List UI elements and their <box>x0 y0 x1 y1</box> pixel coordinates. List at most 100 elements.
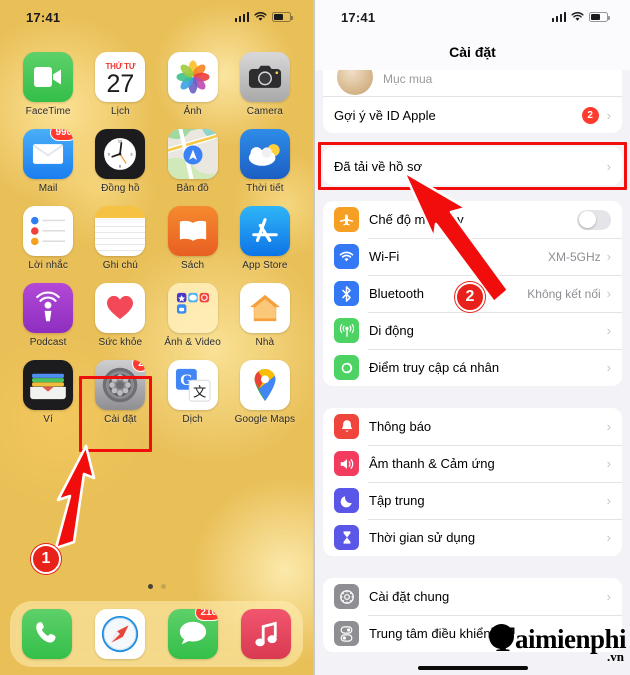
wifi-icon <box>571 12 584 21</box>
row-label: Thời gian sử dụng <box>369 530 476 545</box>
app-grid: FaceTime THỨ TƯ 27 Lịch Ảnh Camera 990 M… <box>0 34 313 425</box>
app-facetime[interactable]: FaceTime <box>12 52 84 117</box>
dual-phone-screenshot: 17:41 FaceTime THỨ TƯ 27 Lịch Ảnh Camera… <box>0 0 630 675</box>
app-weather[interactable]: Thời tiết <box>229 129 301 194</box>
home-screen-panel: 17:41 FaceTime THỨ TƯ 27 Lịch Ảnh Camera… <box>0 0 315 675</box>
wifi-icon <box>334 244 359 269</box>
badge-count: 2 <box>581 106 599 124</box>
row-label: Điểm truy cập cá nhân <box>369 360 500 375</box>
row-wifi[interactable]: Wi-Fi XM-5GHz › <box>323 238 622 275</box>
bell-icon <box>334 414 359 439</box>
app-calendar[interactable]: THỨ TƯ 27 Lịch <box>84 52 156 117</box>
gear-icon <box>334 584 359 609</box>
app-mail[interactable]: 990 Mail <box>12 129 84 194</box>
mail-icon: 990 <box>23 129 74 179</box>
phone-icon <box>21 609 72 659</box>
app-clock[interactable]: 12 3 6 9 Đồng hồ <box>84 129 156 194</box>
page-indicator-dots[interactable] <box>0 584 313 589</box>
chevron-right-icon: › <box>606 323 611 338</box>
cellular-bars-icon <box>551 12 566 22</box>
row-sounds-haptics[interactable]: Âm thanh & Cảm ứng › <box>323 445 622 482</box>
apple-id-card: Mục mua Gợi ý về ID Apple 2 › <box>323 70 622 133</box>
bluetooth-icon <box>334 281 359 306</box>
dock-app-messages[interactable]: 210 <box>168 609 219 659</box>
row-personal-hotspot[interactable]: Điểm truy cập cá nhân › <box>323 349 622 386</box>
row-focus[interactable]: Tập trung › <box>323 482 622 519</box>
app-google-translate[interactable]: G 文 Dịch <box>157 360 229 425</box>
row-label: Wi-Fi <box>369 249 400 264</box>
app-home[interactable]: Nhà <box>229 283 301 348</box>
folder-icon <box>167 283 218 333</box>
app-photos[interactable]: Ảnh <box>157 52 229 117</box>
airplane-mode-toggle[interactable] <box>577 209 611 230</box>
app-label: FaceTime <box>25 106 71 117</box>
app-label: Nhà <box>255 337 275 348</box>
battery-icon <box>589 12 610 22</box>
row-cellular[interactable]: Di động › <box>323 312 622 349</box>
app-appstore[interactable]: App Store <box>229 206 301 271</box>
avatar <box>337 70 373 95</box>
settings-screen-panel: 17:41 Cài đặt Mục mua Gợi ý về ID Apple … <box>315 0 630 675</box>
camera-icon <box>239 52 290 102</box>
app-label: Camera <box>246 106 283 117</box>
app-maps[interactable]: Bản đồ <box>157 129 229 194</box>
photos-icon <box>167 52 218 102</box>
messages-icon: 210 <box>168 609 219 659</box>
row-notifications[interactable]: Thông báo › <box>323 408 622 445</box>
notifications-group: Thông báo › Âm thanh & Cảm ứng › Tập tru… <box>323 408 622 556</box>
home-indicator <box>417 666 528 670</box>
app-google-maps[interactable]: Google Maps <box>229 360 301 425</box>
app-folder-photos-videos[interactable]: Ảnh & Video <box>157 283 229 348</box>
chevron-right-icon: › <box>606 456 611 471</box>
step-number-2: 2 <box>455 282 485 312</box>
app-wallet[interactable]: Ví <box>12 360 84 425</box>
dock-app-phone[interactable] <box>21 609 72 659</box>
app-health[interactable]: Sức khỏe <box>84 283 156 348</box>
app-reminders[interactable]: Lời nhắc <box>12 206 84 271</box>
calendar-icon: THỨ TƯ 27 <box>95 52 146 102</box>
app-label: Ghi chú <box>102 260 138 271</box>
books-icon <box>167 206 218 256</box>
navigation-bar: Cài đặt <box>315 34 630 70</box>
health-icon <box>95 283 146 333</box>
badge-count: 2 <box>132 360 146 372</box>
wifi-icon <box>254 12 267 21</box>
purchases-row-partial[interactable]: Mục mua <box>323 70 622 96</box>
google-translate-icon: G 文 <box>167 360 218 410</box>
step-number-1: 1 <box>31 544 61 574</box>
airplane-icon <box>334 207 359 232</box>
music-icon <box>241 609 292 659</box>
apple-id-suggestions-row[interactable]: Gợi ý về ID Apple 2 › <box>323 96 622 133</box>
google-maps-icon <box>239 360 290 410</box>
svg-text:12: 12 <box>118 140 122 144</box>
app-podcasts[interactable]: Podcast <box>12 283 84 348</box>
row-label: Cài đặt chung <box>369 589 450 604</box>
app-label: Ảnh & Video <box>164 337 221 348</box>
page-dot-active[interactable] <box>147 584 153 589</box>
cellular-bars-icon <box>234 12 249 22</box>
row-label: Bluetooth <box>369 286 424 301</box>
row-general[interactable]: Cài đặt chung › <box>323 578 622 615</box>
row-screen-time[interactable]: Thời gian sử dụng › <box>323 519 622 556</box>
dock-app-music[interactable] <box>241 609 292 659</box>
wallet-icon <box>23 360 74 410</box>
app-label: Ví <box>43 414 53 425</box>
row-airplane-mode[interactable]: Chế độ máy bay <box>323 201 622 238</box>
status-bar: 17:41 <box>0 0 313 34</box>
app-books[interactable]: Sách <box>157 206 229 271</box>
app-label: Sức khỏe <box>98 337 143 348</box>
svg-text:3: 3 <box>131 152 133 156</box>
hourglass-icon <box>334 525 359 550</box>
app-label: Đồng hồ <box>101 183 140 194</box>
settings-scroll-area[interactable]: Mục mua Gợi ý về ID Apple 2 › Đã tải về … <box>315 70 630 652</box>
cellular-icon <box>334 318 359 343</box>
svg-text:9: 9 <box>108 152 110 156</box>
app-label: Mail <box>38 183 58 194</box>
app-notes[interactable]: Ghi chú <box>84 206 156 271</box>
dock-app-safari[interactable] <box>94 609 145 659</box>
page-dot[interactable] <box>160 584 166 589</box>
facetime-icon <box>23 52 74 102</box>
control-center-icon <box>334 621 359 646</box>
app-camera[interactable]: Camera <box>229 52 301 117</box>
badge-count: 210 <box>195 609 219 621</box>
